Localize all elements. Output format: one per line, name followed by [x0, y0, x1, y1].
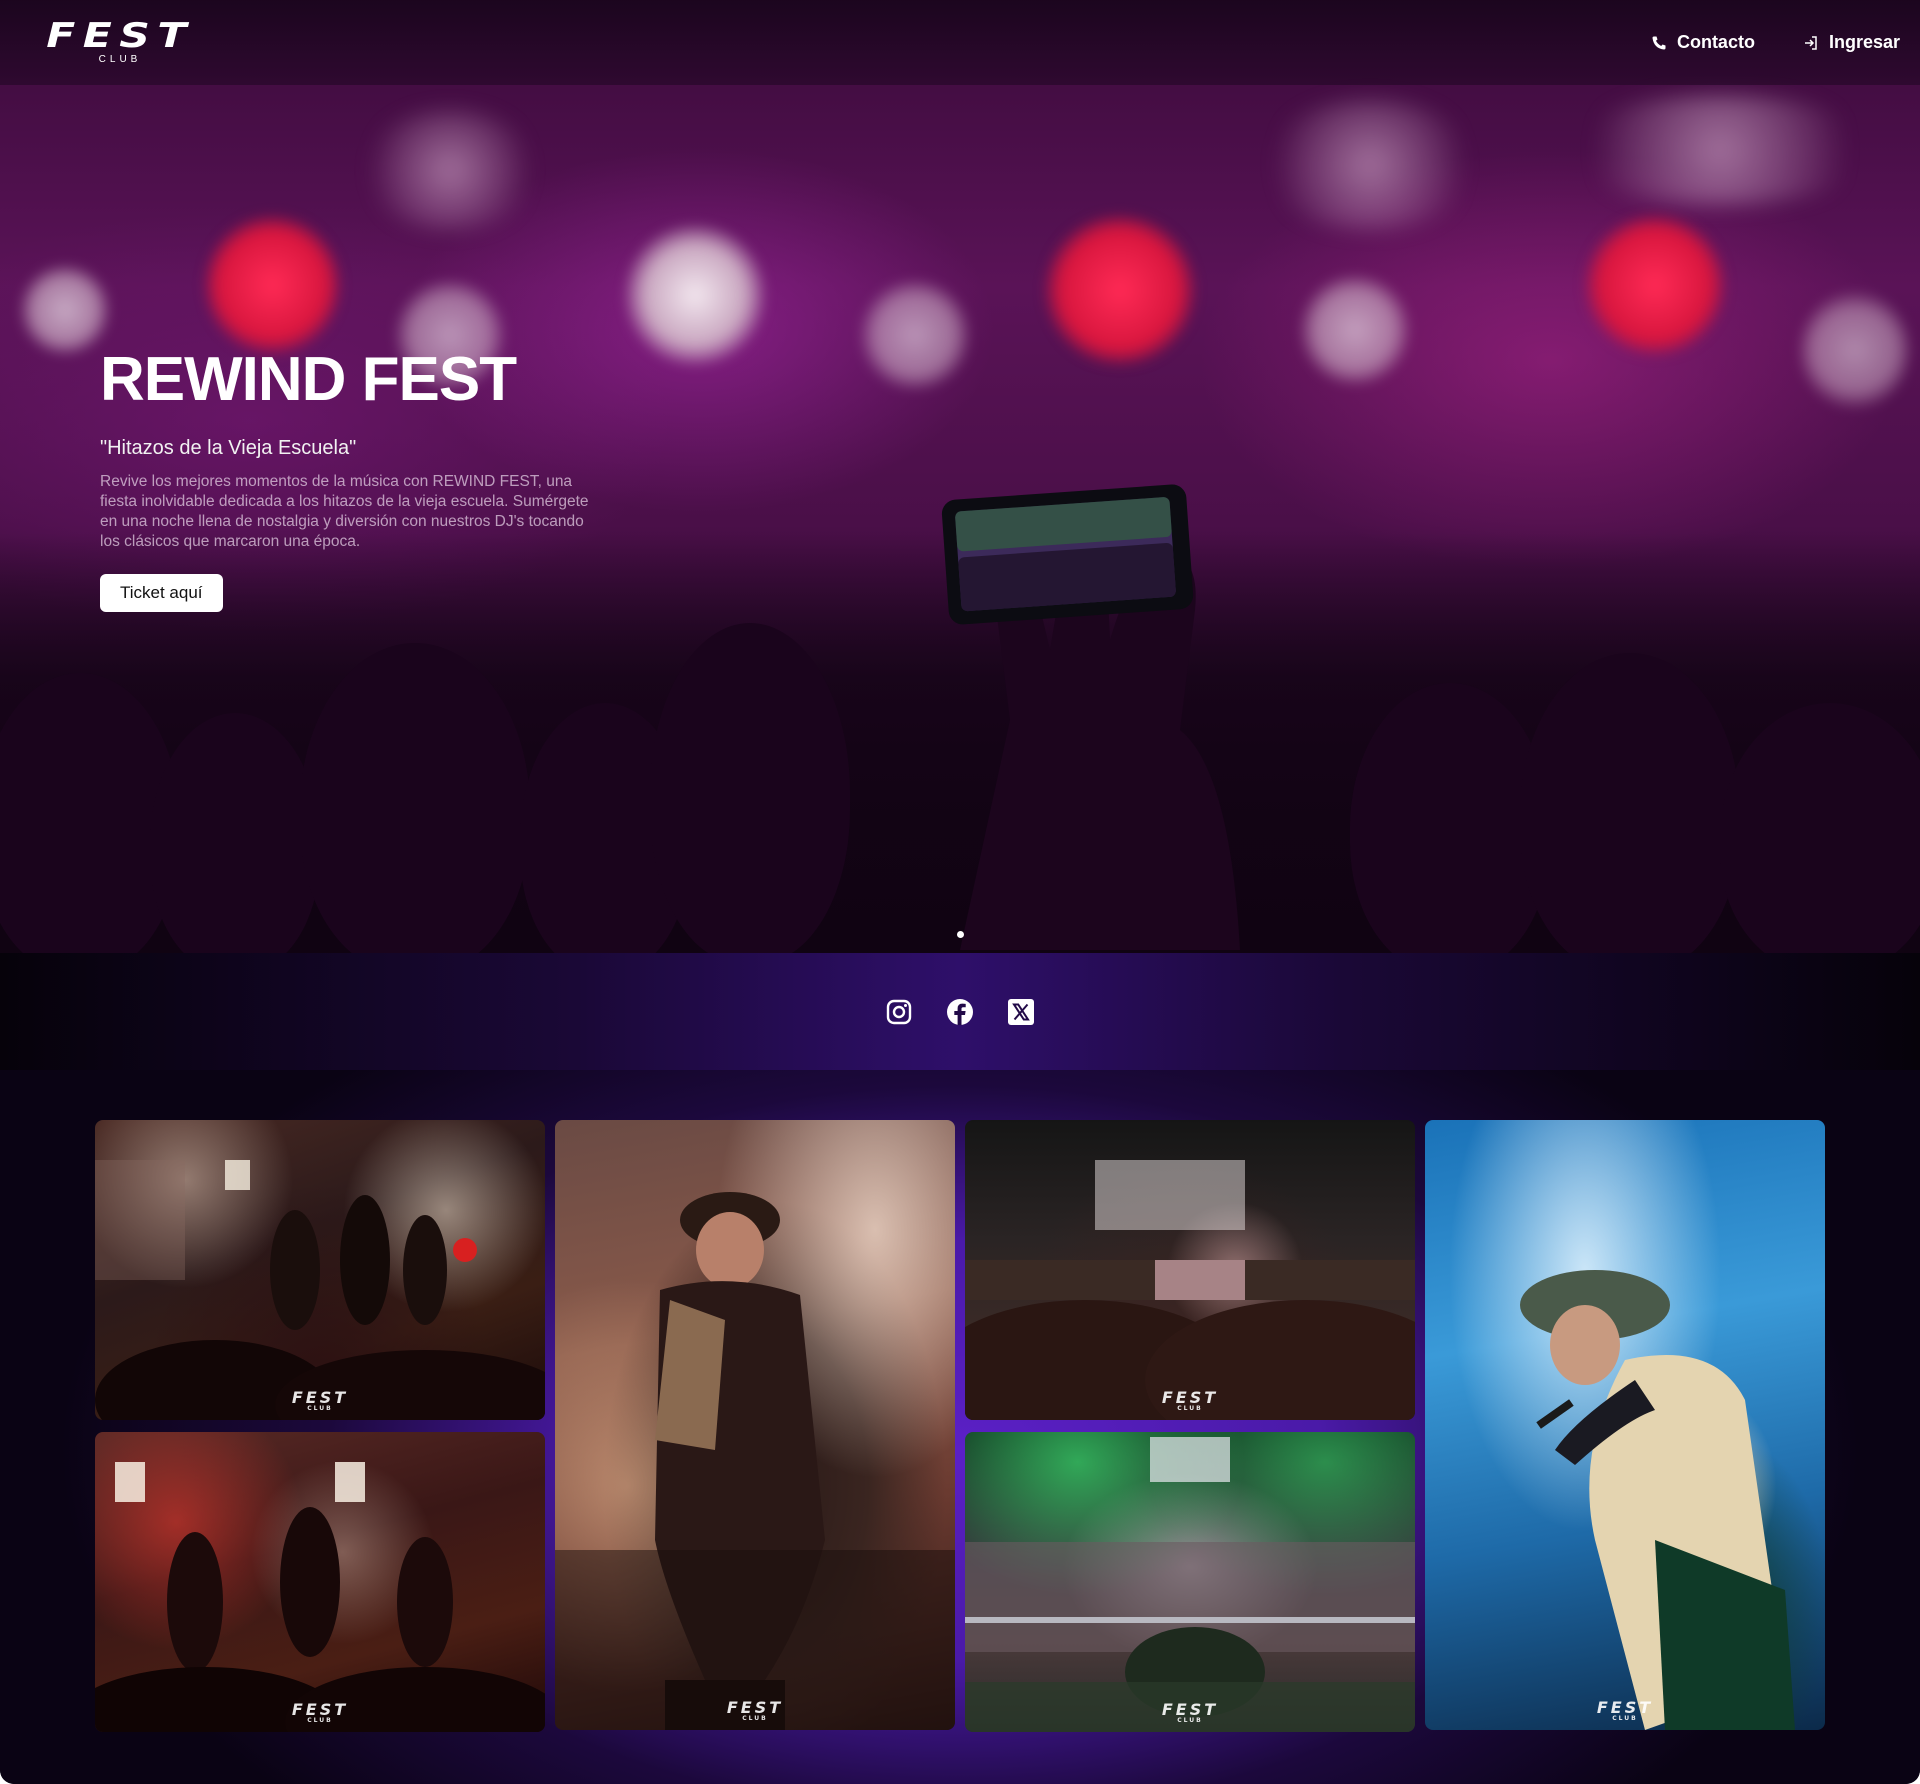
- stage-light: [625, 225, 765, 365]
- stage-light: [1800, 290, 1910, 410]
- gallery-photo-singer[interactable]: FEST CLUB: [555, 1120, 955, 1730]
- top-navbar: FEST CLUB Contacto Ingresar: [0, 0, 1920, 85]
- photo-gallery: FEST CLUB FEST CLUB FEST CLUB FEST CLUB …: [0, 1070, 1920, 1784]
- venue-scene-graphic: [965, 1160, 1415, 1420]
- stage-light: [860, 280, 970, 390]
- ticket-button[interactable]: Ticket aquí: [100, 574, 223, 612]
- photo-watermark: FEST CLUB: [726, 1698, 784, 1722]
- hero-subtitle: "Hitazos de la Vieja Escuela": [100, 437, 357, 459]
- photo-watermark: FEST CLUB: [291, 1388, 349, 1412]
- login-icon: [1804, 35, 1817, 50]
- stage-light: [1585, 215, 1725, 355]
- gallery-photo-band-performance[interactable]: FEST CLUB: [95, 1432, 545, 1732]
- hero-content: REWIND FEST "Hitazos de la Vieja Escuela…: [100, 345, 600, 612]
- logo-wordmark: FEST: [46, 16, 194, 56]
- photo-watermark: FEST CLUB: [1596, 1698, 1654, 1722]
- photo-watermark: FEST CLUB: [1161, 1700, 1219, 1724]
- nav-menu: Contacto Ingresar: [1651, 32, 1900, 53]
- login-label: Ingresar: [1828, 32, 1900, 52]
- login-link[interactable]: Ingresar: [1803, 32, 1900, 53]
- gallery-photo-band-stage[interactable]: FEST CLUB: [95, 1120, 545, 1420]
- band-scene-graphic: [95, 1160, 545, 1420]
- x-icon[interactable]: [1007, 998, 1035, 1026]
- stage-light: [360, 110, 540, 230]
- photo-watermark: FEST CLUB: [291, 1700, 349, 1724]
- facebook-icon[interactable]: [946, 998, 974, 1026]
- page: FEST CLUB Contacto Ingresar REWIND FEST …: [0, 0, 1920, 1784]
- carousel-indicator-dot[interactable]: [957, 931, 964, 938]
- stage-light: [205, 215, 340, 355]
- stage-light: [1045, 215, 1195, 365]
- hero-title: REWIND FEST: [100, 345, 517, 414]
- gallery-photo-rapper[interactable]: FEST CLUB: [1425, 1120, 1825, 1730]
- contact-label: Contacto: [1676, 32, 1755, 52]
- gallery-photo-venue-crowd[interactable]: FEST CLUB: [965, 1120, 1415, 1420]
- social-links-bar: [0, 953, 1920, 1070]
- stage-light: [1260, 100, 1480, 230]
- phone-hand-graphic: [941, 484, 1240, 950]
- rapper-scene-graphic: [1520, 1270, 1795, 1730]
- singer-scene-graphic: [555, 1192, 955, 1730]
- instagram-icon[interactable]: [885, 998, 913, 1026]
- performance-scene-graphic: [95, 1462, 545, 1732]
- audience-scene-graphic: [965, 1437, 1415, 1732]
- hero-description: Revive los mejores momentos de la música…: [100, 473, 589, 550]
- stage-light: [1560, 95, 1880, 205]
- hero-banner: FEST CLUB Contacto Ingresar REWIND FEST …: [0, 0, 1920, 953]
- gallery-photo-audience[interactable]: FEST CLUB: [965, 1432, 1415, 1732]
- fest-club-logo[interactable]: FEST CLUB: [32, 16, 208, 65]
- stage-light: [20, 265, 110, 355]
- stage-light: [1300, 275, 1410, 385]
- phone-icon: [1652, 36, 1666, 49]
- contact-link[interactable]: Contacto: [1651, 32, 1755, 53]
- photo-watermark: FEST CLUB: [1161, 1388, 1219, 1412]
